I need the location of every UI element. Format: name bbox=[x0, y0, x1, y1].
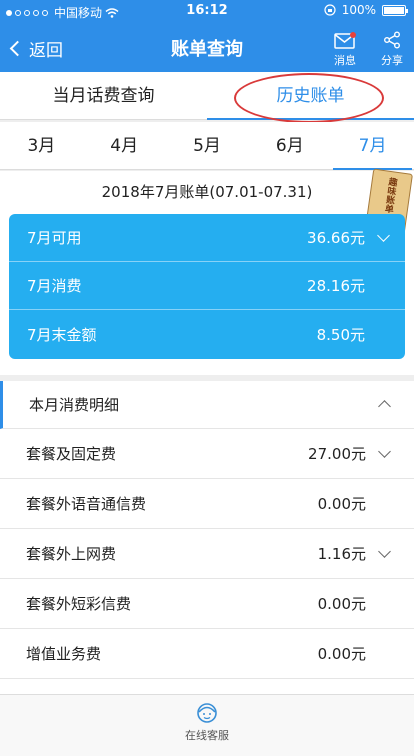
share-label: 分享 bbox=[381, 54, 403, 67]
bill-row-value: 28.16元 bbox=[307, 277, 365, 295]
month-tabs: 3月 4月 5月 6月 7月 bbox=[0, 122, 414, 170]
detail-row-data[interactable]: 套餐外上网费 1.16元 bbox=[0, 529, 414, 579]
details-title: 本月消费明细 bbox=[29, 396, 120, 414]
customer-service-icon bbox=[197, 703, 217, 723]
status-bar: 中国移动 16:12 100% bbox=[0, 0, 414, 22]
chevron-down-icon bbox=[378, 545, 391, 558]
detail-row-label: 增值业务费 bbox=[26, 645, 102, 663]
bottom-bar: 在线客服 bbox=[0, 694, 414, 756]
share-icon bbox=[384, 31, 400, 49]
detail-row-value: 1.16元 bbox=[317, 545, 366, 563]
bill-row-available[interactable]: 7月可用 36.66元 bbox=[9, 214, 405, 262]
message-label: 消息 bbox=[334, 54, 356, 67]
share-button[interactable]: 分享 bbox=[372, 30, 412, 68]
detail-row-label: 套餐外语音通信费 bbox=[26, 495, 147, 513]
consumption-details: 本月消费明细 套餐及固定费 27.00元 套餐外语音通信费 0.00元 套餐外上… bbox=[0, 381, 414, 694]
detail-row-value: 0.00元 bbox=[317, 595, 366, 613]
bill-card: 7月可用 36.66元 7月消费 28.16元 7月末金额 8.50元 bbox=[9, 214, 405, 359]
detail-row-label: 套餐及固定费 bbox=[26, 445, 117, 463]
online-service-button[interactable]: 在线客服 bbox=[167, 701, 247, 743]
detail-row-value: 0.00元 bbox=[317, 495, 366, 513]
detail-row-value-added: 增值业务费 0.00元 bbox=[0, 629, 414, 679]
bill-row-value: 8.50元 bbox=[316, 325, 365, 344]
bill-period: 2018年7月账单(07.01-07.31) bbox=[101, 183, 313, 201]
bill-row-value: 36.66元 bbox=[307, 229, 365, 247]
bill-row-label: 7月消费 bbox=[27, 277, 82, 295]
bill-summary: 2018年7月账单(07.01-07.31) 趣味账单 7月可用 36.66元 … bbox=[0, 168, 414, 375]
bill-row-label: 7月可用 bbox=[27, 229, 82, 247]
detail-row-voice: 套餐外语音通信费 0.00元 bbox=[0, 479, 414, 529]
bill-row-label: 7月末金额 bbox=[27, 325, 97, 344]
tab-month-3[interactable]: 3月 bbox=[0, 122, 83, 169]
tab-month-4[interactable]: 4月 bbox=[83, 122, 166, 169]
status-right: 100% bbox=[324, 3, 408, 17]
detail-row-value: 0.00元 bbox=[317, 645, 366, 663]
detail-row-value: 27.00元 bbox=[308, 445, 366, 463]
message-button[interactable]: 消息 bbox=[325, 30, 365, 68]
rotation-lock-icon bbox=[324, 4, 336, 16]
detail-row-sms: 套餐外短彩信费 0.00元 bbox=[0, 579, 414, 629]
detail-row-label: 套餐外上网费 bbox=[26, 545, 117, 563]
chevron-up-icon bbox=[378, 400, 391, 413]
mail-icon bbox=[334, 31, 356, 49]
bill-row-consumption: 7月消费 28.16元 bbox=[9, 262, 405, 310]
battery-percent: 100% bbox=[341, 3, 376, 17]
sticker-text: 趣味账单 bbox=[382, 176, 398, 214]
detail-row-package[interactable]: 套餐及固定费 27.00元 bbox=[0, 429, 414, 479]
detail-row-label: 套餐外短彩信费 bbox=[26, 595, 132, 613]
details-header[interactable]: 本月消费明细 bbox=[0, 381, 414, 429]
chevron-down-icon bbox=[378, 445, 391, 458]
main-tabs: 当月话费查询 历史账单 bbox=[0, 72, 414, 120]
tab-history-bill[interactable]: 历史账单 bbox=[207, 72, 414, 120]
tab-month-7[interactable]: 7月 bbox=[331, 122, 414, 170]
service-label: 在线客服 bbox=[185, 729, 229, 742]
top-bar: 中国移动 16:12 100% 返回 账单查询 消息 分享 bbox=[0, 0, 414, 72]
tab-month-5[interactable]: 5月 bbox=[166, 122, 249, 169]
battery-icon bbox=[382, 4, 408, 16]
tab-month-6[interactable]: 6月 bbox=[248, 122, 331, 169]
chevron-down-icon bbox=[377, 229, 390, 242]
tab-current-month[interactable]: 当月话费查询 bbox=[0, 72, 207, 119]
nav-bar: 返回 账单查询 消息 分享 bbox=[0, 26, 414, 70]
bill-row-balance: 7月末金额 8.50元 bbox=[9, 310, 405, 358]
